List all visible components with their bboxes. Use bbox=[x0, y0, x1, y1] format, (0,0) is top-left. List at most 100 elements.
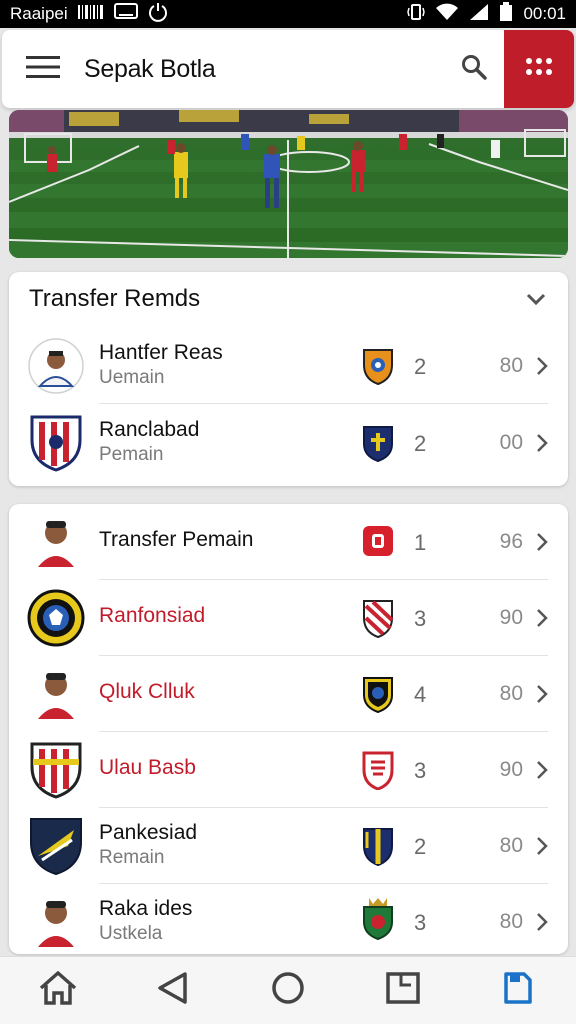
grid-dots-icon bbox=[525, 57, 553, 82]
divider bbox=[99, 403, 548, 404]
row-name: Transfer Pemain bbox=[99, 528, 254, 551]
club-badge bbox=[27, 414, 85, 472]
row-score: 96 bbox=[499, 530, 523, 553]
barcode-icon bbox=[77, 4, 104, 25]
row-count: 3 bbox=[414, 758, 427, 783]
app-title: Sepak Botla bbox=[84, 54, 216, 83]
row-name: Ulau Basb bbox=[99, 756, 196, 779]
hamburger-menu-icon bbox=[26, 55, 60, 84]
list-item[interactable]: Pankesiad Remain 2 80 bbox=[9, 808, 568, 884]
vibrate-icon bbox=[407, 3, 426, 26]
bottom-nav bbox=[0, 956, 576, 1024]
home-icon bbox=[38, 970, 78, 1011]
clock: 00:01 bbox=[523, 4, 566, 23]
row-score: 80 bbox=[499, 354, 523, 377]
wifi-icon bbox=[435, 3, 459, 26]
chevron-right-icon bbox=[534, 759, 550, 781]
home-circle-icon bbox=[271, 971, 305, 1010]
list-item[interactable]: Ranclabad Pemain 2 00 bbox=[9, 405, 568, 481]
chevron-right-icon bbox=[534, 355, 550, 377]
row-text: Transfer Pemain bbox=[99, 527, 253, 553]
dark-blue-crest-icon bbox=[360, 674, 396, 714]
section-title: Transfer Remds bbox=[29, 285, 201, 312]
bookmark-button[interactable] bbox=[488, 961, 548, 1021]
row-sub: Remain bbox=[99, 847, 165, 868]
cast-icon bbox=[113, 2, 138, 26]
signal-icon bbox=[469, 3, 489, 26]
row-score: 90 bbox=[499, 758, 523, 781]
player-avatar bbox=[27, 337, 85, 395]
chevron-down-icon[interactable] bbox=[524, 287, 548, 311]
chevron-right-icon bbox=[534, 531, 550, 553]
row-text: Ulau Basb bbox=[99, 755, 196, 781]
recent-apps-button[interactable] bbox=[373, 961, 433, 1021]
row-text: Raka ides Ustkela bbox=[99, 896, 192, 946]
red-white-crest-icon bbox=[360, 750, 396, 790]
search-icon bbox=[461, 54, 487, 85]
row-score: 90 bbox=[499, 606, 523, 629]
row-count: 2 bbox=[414, 431, 427, 456]
power-icon bbox=[148, 2, 168, 27]
list-item[interactable]: Raka ides Ustkela 3 80 bbox=[9, 884, 568, 960]
list-item[interactable]: Hantfer Reas Uemain 2 80 bbox=[9, 328, 568, 404]
navy-yellow-crest-icon bbox=[360, 826, 396, 866]
row-name: Raka ides bbox=[99, 897, 193, 920]
player-avatar bbox=[27, 513, 85, 571]
recent-icon bbox=[385, 971, 421, 1010]
list-item[interactable]: Transfer Pemain 1 96 bbox=[9, 504, 568, 580]
row-count: 4 bbox=[414, 682, 427, 707]
app-bar: Sepak Botla bbox=[2, 30, 574, 108]
row-name: Ranfonsiad bbox=[99, 604, 206, 627]
row-count: 1 bbox=[414, 530, 427, 555]
menu-button[interactable] bbox=[2, 30, 84, 108]
battery-icon bbox=[499, 1, 513, 27]
row-score: 80 bbox=[499, 910, 523, 933]
row-sub: Uemain bbox=[99, 367, 165, 388]
row-count: 2 bbox=[414, 354, 427, 379]
back-icon bbox=[156, 971, 190, 1010]
row-name: Qluk Clluk bbox=[99, 680, 195, 703]
home-button[interactable] bbox=[28, 961, 88, 1021]
row-text: Hantfer Reas Uemain bbox=[99, 340, 223, 390]
home-circle-button[interactable] bbox=[258, 961, 318, 1021]
row-score: 80 bbox=[499, 682, 523, 705]
row-text: Pankesiad Remain bbox=[99, 820, 197, 870]
orange-shield-crest-icon bbox=[360, 346, 396, 386]
red-square-crest-icon bbox=[360, 522, 396, 562]
transfer-records-card: Transfer Remds Hantfer Reas Uemain 2 80 … bbox=[9, 272, 568, 486]
row-sub: Ustkela bbox=[99, 923, 163, 944]
list-item[interactable]: Ulau Basb 3 90 bbox=[9, 732, 568, 808]
carrier-label: Raaipei bbox=[10, 4, 68, 23]
apps-button[interactable] bbox=[504, 30, 574, 108]
row-text: Qluk Clluk bbox=[99, 679, 195, 705]
list-item[interactable]: Ranfonsiad 3 90 bbox=[9, 580, 568, 656]
hero-football-image[interactable] bbox=[9, 110, 568, 258]
player-avatar bbox=[27, 665, 85, 723]
status-bar: Raaipei 00:01 bbox=[0, 0, 576, 28]
row-name: Ranclabad bbox=[99, 418, 200, 441]
navy-cross-crest-icon bbox=[360, 423, 396, 463]
row-score: 00 bbox=[499, 431, 523, 454]
row-name: Hantfer Reas bbox=[99, 341, 223, 364]
back-button[interactable] bbox=[143, 961, 203, 1021]
chevron-right-icon bbox=[534, 607, 550, 629]
search-button[interactable] bbox=[444, 30, 504, 108]
row-name: Pankesiad bbox=[99, 821, 198, 844]
club-badge bbox=[27, 741, 85, 799]
bookmark-icon bbox=[502, 971, 534, 1010]
row-score: 80 bbox=[499, 834, 523, 857]
row-text: Ranclabad Pemain bbox=[99, 417, 199, 467]
club-badge bbox=[27, 589, 85, 647]
red-diagonal-crest-icon bbox=[360, 598, 396, 638]
transfer-list-card: Transfer Pemain 1 96 Ranfonsiad 3 90 Qlu… bbox=[9, 504, 568, 954]
list-item[interactable]: Qluk Clluk 4 80 bbox=[9, 656, 568, 732]
chevron-right-icon bbox=[534, 835, 550, 857]
row-sub: Pemain bbox=[99, 444, 164, 465]
row-count: 3 bbox=[414, 606, 427, 631]
chevron-right-icon bbox=[534, 432, 550, 454]
chevron-right-icon bbox=[534, 911, 550, 933]
green-red-crowned-crest-icon bbox=[360, 898, 396, 940]
player-avatar bbox=[27, 893, 85, 951]
row-count: 2 bbox=[414, 834, 427, 859]
row-count: 3 bbox=[414, 910, 427, 935]
